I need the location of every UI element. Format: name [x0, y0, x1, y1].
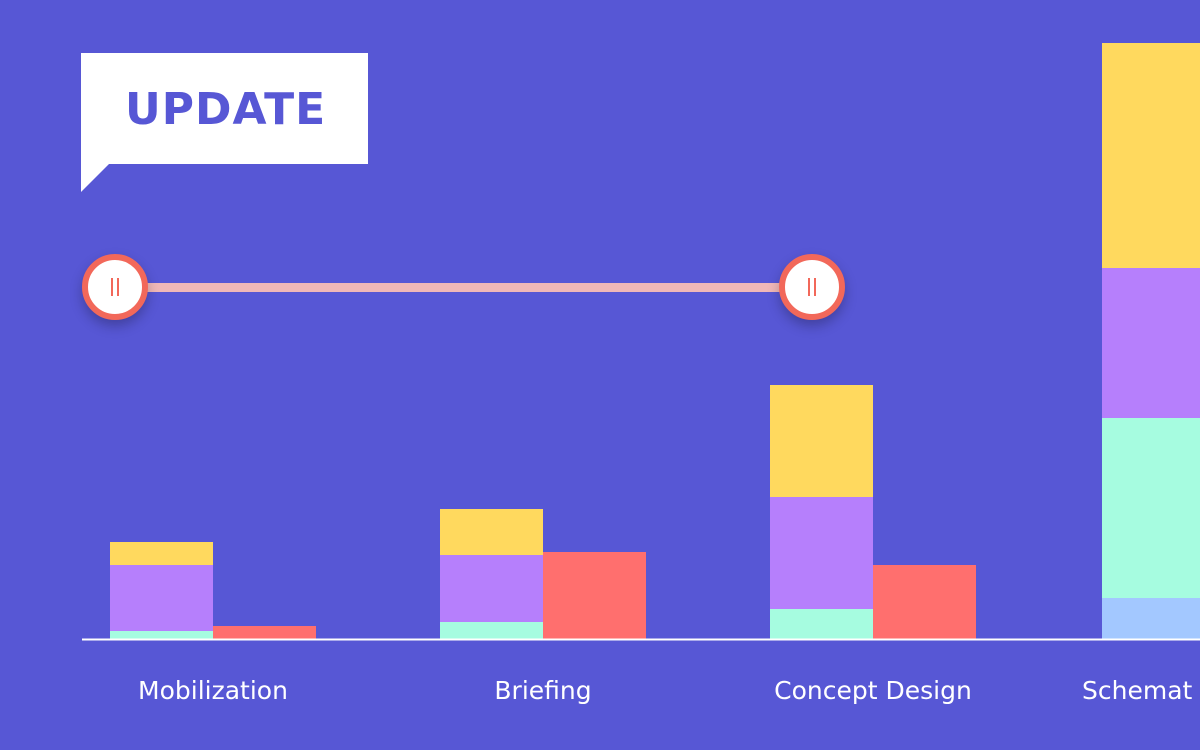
x-tick-label: Briefing	[494, 676, 592, 705]
x-tick-label: Mobilization	[138, 676, 288, 705]
stacked-bar-segment	[1102, 43, 1200, 268]
x-tick-label: Schemat	[1082, 676, 1193, 705]
speech-bubble-tail	[81, 160, 113, 192]
stacked-bar-segment	[770, 385, 873, 497]
side-bar	[213, 626, 316, 639]
side-bar	[873, 565, 976, 639]
range-slider-track[interactable]	[115, 283, 812, 292]
stacked-bar-segment	[110, 542, 213, 565]
stacked-bar-segment	[440, 509, 543, 555]
range-slider-end-handle[interactable]	[779, 254, 845, 320]
stacked-bar-segment	[110, 565, 213, 631]
stacked-bar-segment	[1102, 268, 1200, 418]
stacked-bar-segment	[770, 609, 873, 639]
x-tick-label: Concept Design	[774, 676, 972, 705]
stacked-bar-segment	[440, 555, 543, 622]
stacked-bar-segment	[110, 631, 213, 639]
update-badge-text: UPDATE	[125, 84, 327, 135]
stacked-bar-segment	[1102, 418, 1200, 598]
range-slider-start-handle[interactable]	[82, 254, 148, 320]
stacked-bar-segment	[1102, 598, 1200, 639]
side-bar	[543, 552, 646, 639]
stacked-bar-segment	[440, 622, 543, 639]
stacked-bar-segment	[770, 497, 873, 609]
